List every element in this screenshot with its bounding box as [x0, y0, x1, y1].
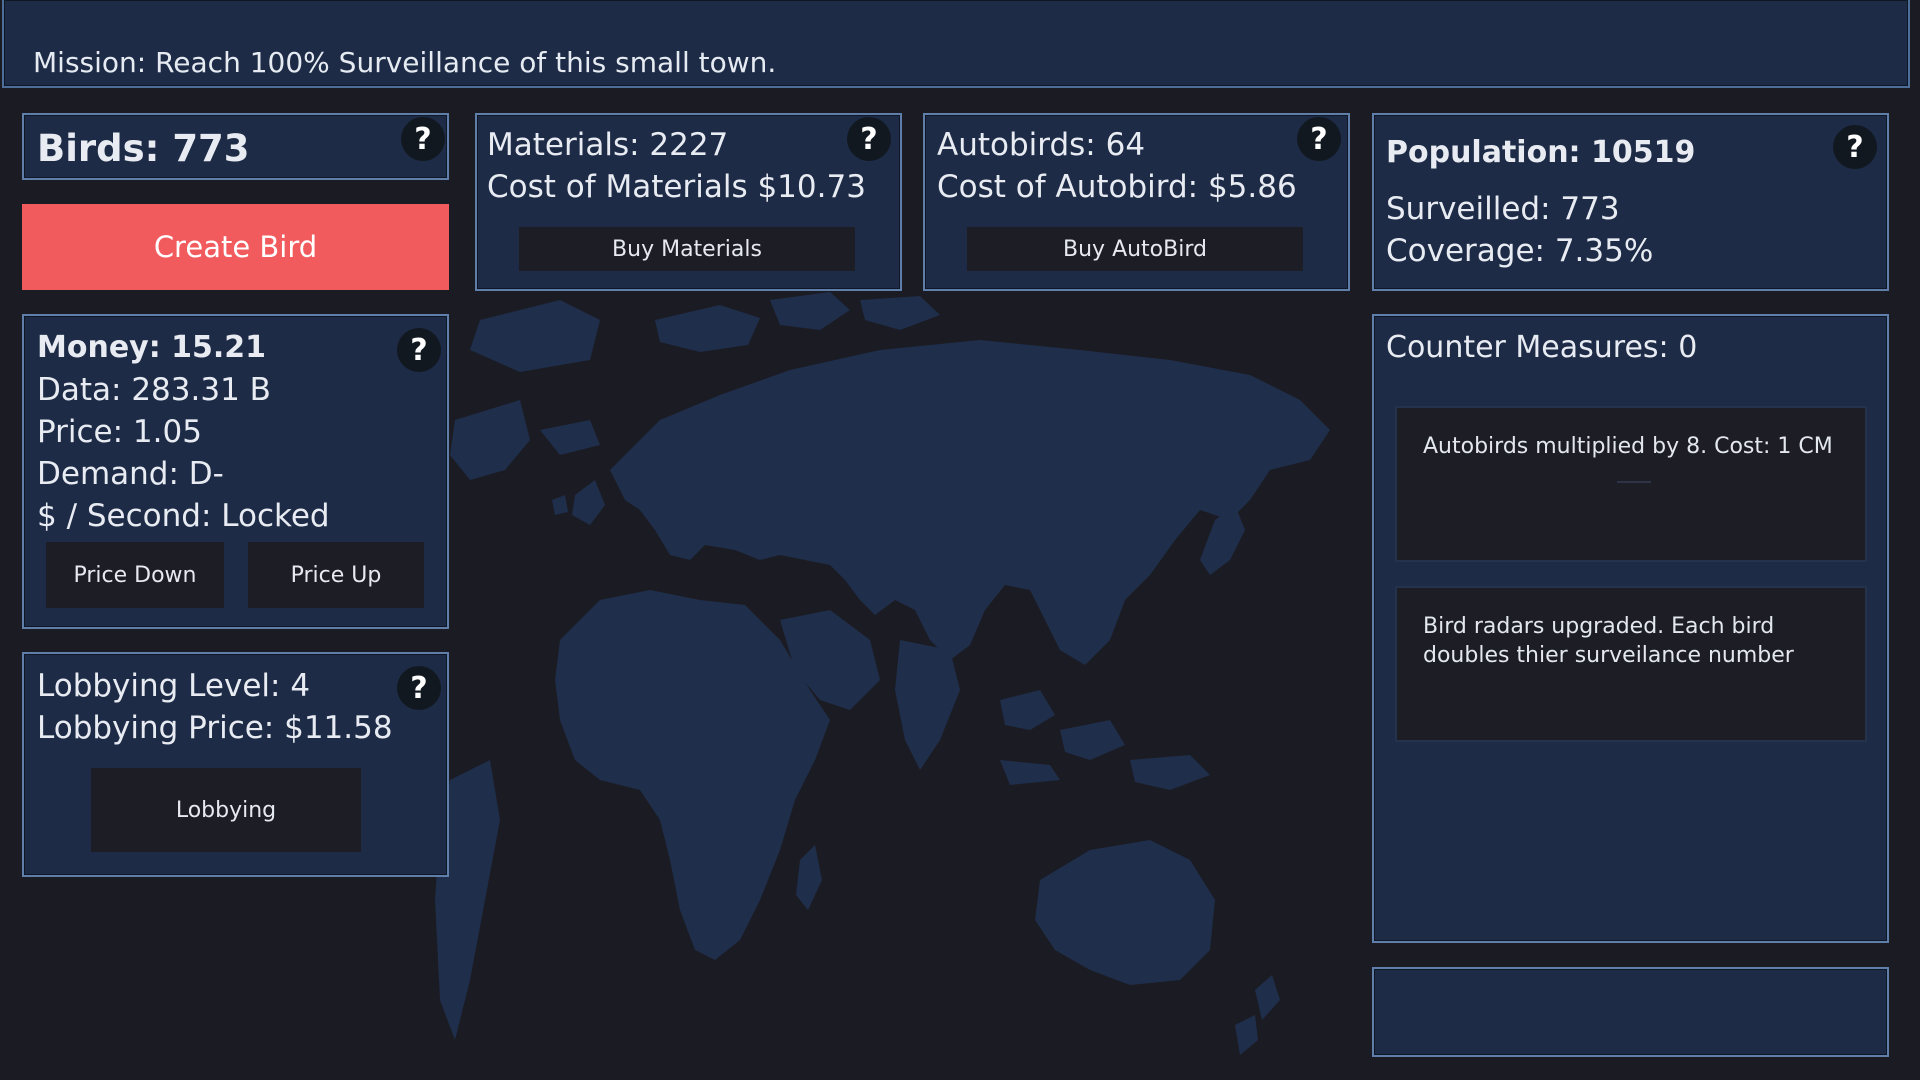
- lobbying-price: Lobbying Price: $11.58: [37, 710, 393, 746]
- money-panel: Money: 15.21 Data: 283.31 B Price: 1.05 …: [22, 314, 449, 629]
- lobbying-button[interactable]: Lobbying: [91, 768, 361, 852]
- coverage-percent: Coverage: 7.35%: [1386, 233, 1654, 269]
- lobbying-level: Lobbying Level: 4: [37, 668, 311, 704]
- autobirds-count: Autobirds: 64: [937, 127, 1146, 163]
- price-value: Price: 1.05: [37, 414, 202, 450]
- materials-panel: Materials: 2227 Cost of Materials $10.73…: [475, 113, 902, 291]
- lobbying-panel: Lobbying Level: 4 Lobbying Price: $11.58…: [22, 652, 449, 877]
- materials-cost: Cost of Materials $10.73: [487, 169, 866, 205]
- counter-measures-title: Counter Measures: 0: [1386, 330, 1698, 365]
- counter-measure-text: Autobirds multiplied by 8. Cost: 1 CM: [1423, 434, 1833, 459]
- counter-measure-item[interactable]: Bird radars upgraded. Each bird doubles …: [1395, 586, 1867, 742]
- counter-measures-panel: Counter Measures: 0 Autobirds multiplied…: [1372, 314, 1889, 943]
- autobirds-help-icon[interactable]: ?: [1297, 117, 1341, 161]
- money-per-second: $ / Second: Locked: [37, 498, 330, 534]
- price-up-button[interactable]: Price Up: [248, 542, 424, 608]
- population-help-icon[interactable]: ?: [1833, 125, 1877, 169]
- birds-panel: Birds: 773 ?: [22, 113, 449, 180]
- counter-measure-item[interactable]: Autobirds multiplied by 8. Cost: 1 CM: [1395, 406, 1867, 562]
- data-amount: Data: 283.31 B: [37, 372, 271, 408]
- materials-count: Materials: 2227: [487, 127, 729, 163]
- birds-help-icon[interactable]: ?: [401, 117, 445, 161]
- lobbying-help-icon[interactable]: ?: [397, 666, 441, 710]
- population-total: Population: 10519: [1386, 135, 1696, 170]
- mission-text: Mission: Reach 100% Surveillance of this…: [33, 46, 777, 79]
- autobird-cost: Cost of Autobird: $5.86: [937, 169, 1297, 205]
- demand-value: Demand: D-: [37, 456, 224, 492]
- money-help-icon[interactable]: ?: [397, 328, 441, 372]
- price-down-button[interactable]: Price Down: [46, 542, 224, 608]
- divider: [1617, 481, 1651, 483]
- buy-materials-button[interactable]: Buy Materials: [519, 227, 855, 271]
- create-bird-button[interactable]: Create Bird: [22, 204, 449, 290]
- counter-measure-text: Bird radars upgraded. Each bird doubles …: [1423, 614, 1794, 668]
- surveilled-count: Surveilled: 773: [1386, 191, 1620, 227]
- population-panel: Population: 10519 Surveilled: 773 Covera…: [1372, 113, 1889, 291]
- birds-count: Birds: 773: [37, 127, 250, 170]
- status-panel: [1372, 967, 1889, 1057]
- mission-bar: Mission: Reach 100% Surveillance of this…: [2, 0, 1910, 88]
- materials-help-icon[interactable]: ?: [847, 117, 891, 161]
- buy-autobird-button[interactable]: Buy AutoBird: [967, 227, 1303, 271]
- autobirds-panel: Autobirds: 64 Cost of Autobird: $5.86 ? …: [923, 113, 1350, 291]
- money-amount: Money: 15.21: [37, 330, 267, 365]
